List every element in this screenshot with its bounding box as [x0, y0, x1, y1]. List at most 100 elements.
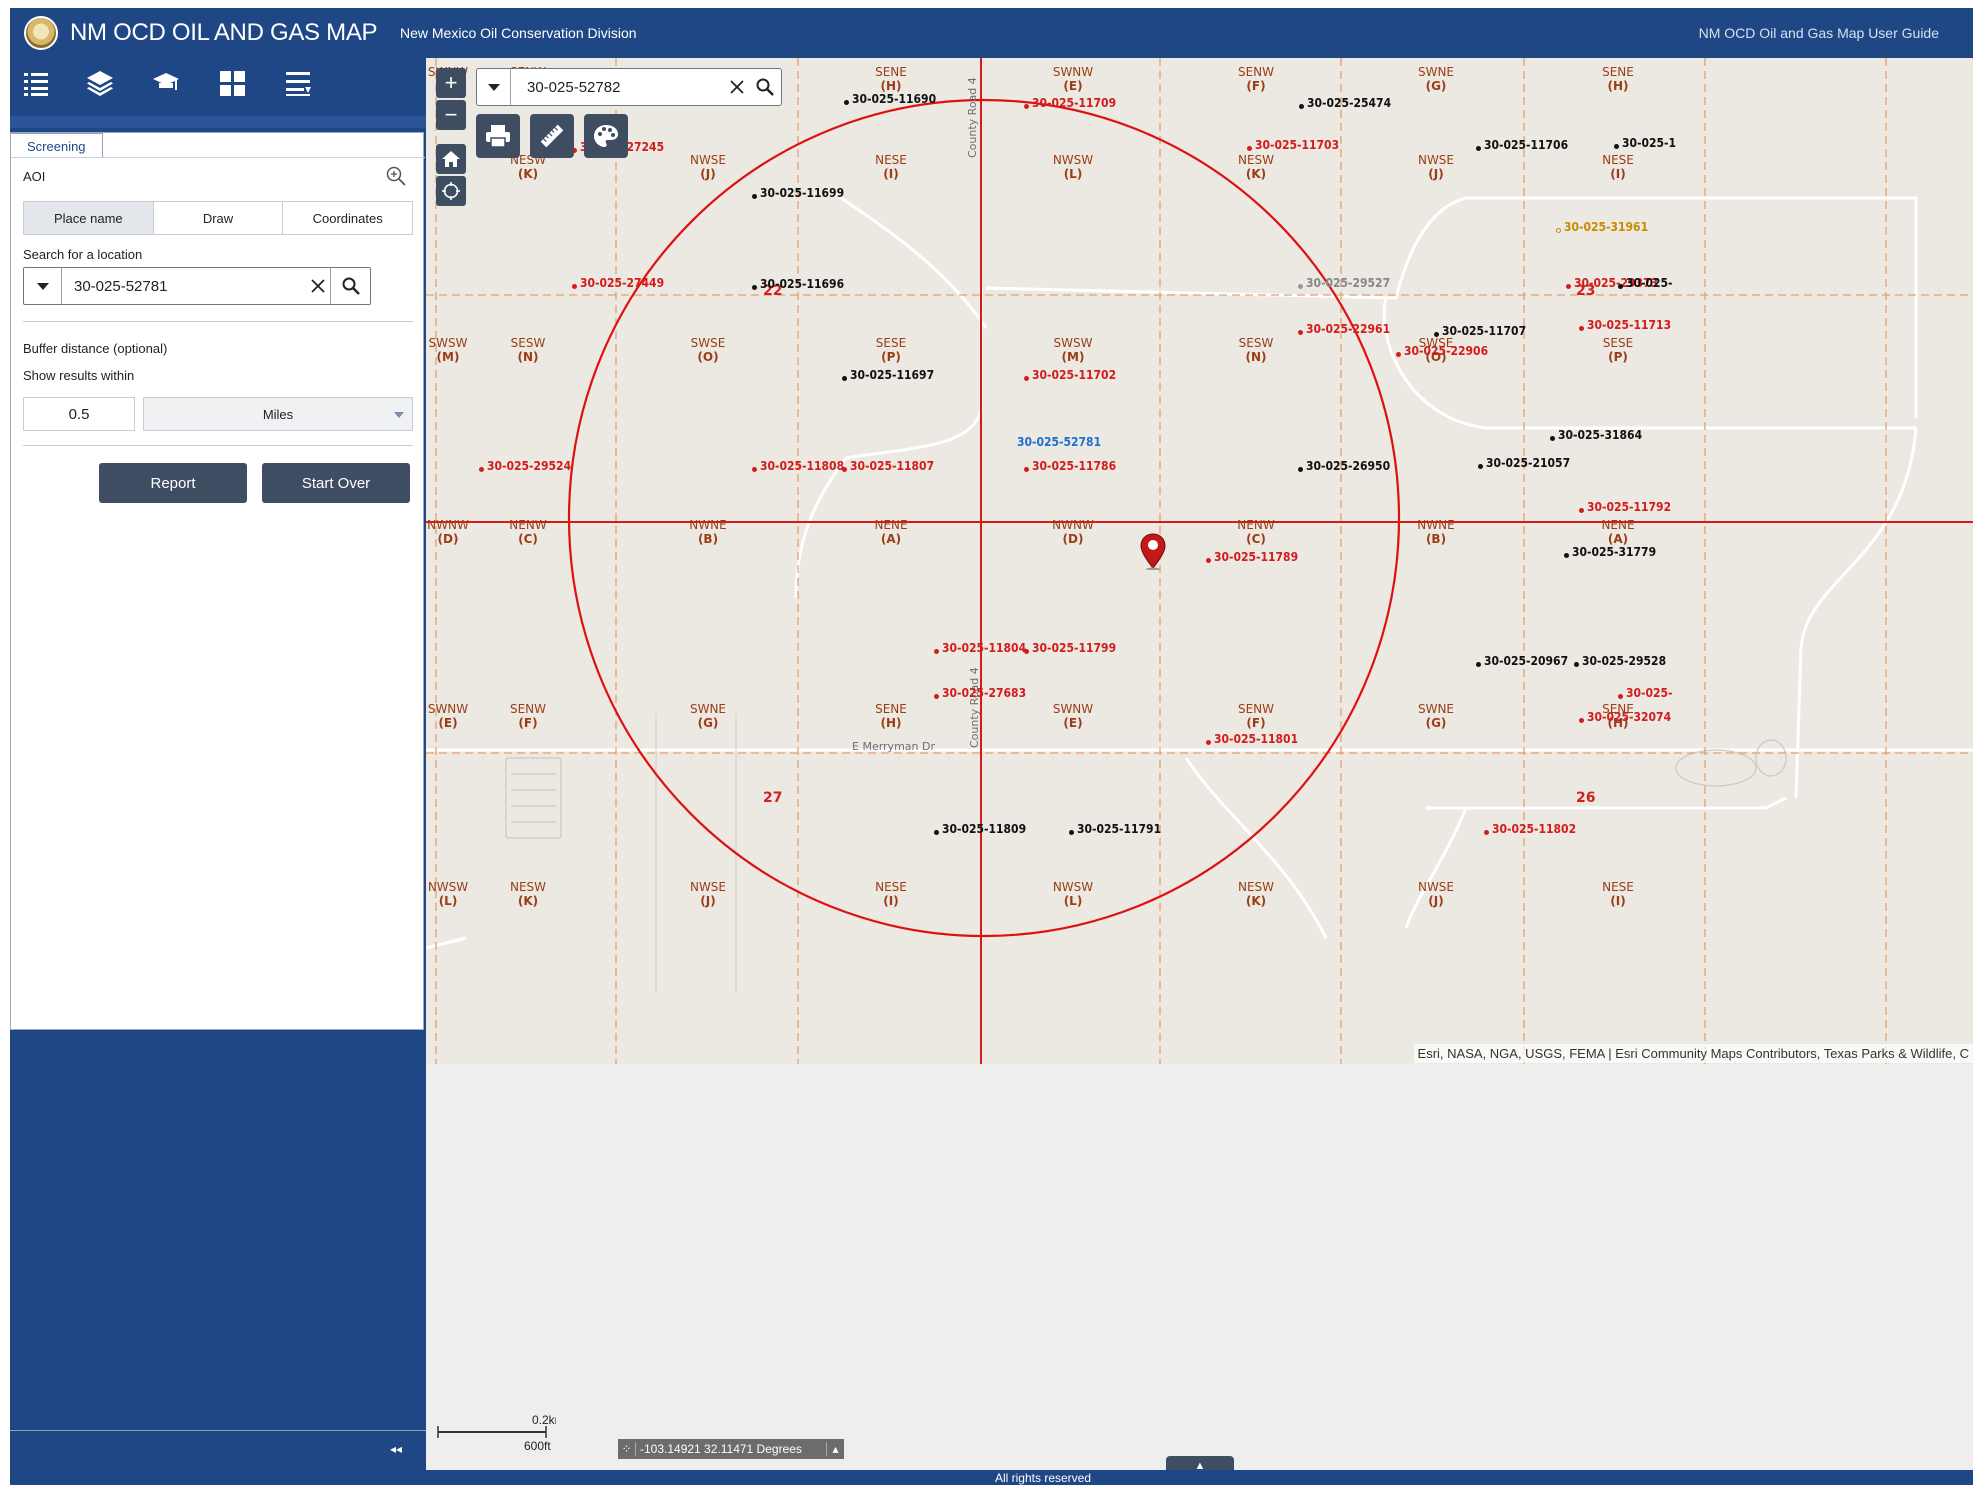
well-id-label: 30-025-11696 [760, 277, 845, 291]
location-search-input[interactable]: 30-025-52781 [74, 278, 167, 295]
measure-button[interactable] [530, 114, 574, 158]
well-id-label: 30-025-20967 [1484, 654, 1569, 668]
zoom-in-button[interactable]: + [436, 68, 466, 98]
well-id-label: 30-025- [1626, 276, 1673, 290]
start-over-button[interactable]: Start Over [262, 463, 410, 503]
well-id-label: 30-025-11702 [1032, 368, 1117, 382]
map-search-input[interactable]: 30-025-52782 [527, 79, 620, 96]
well-id-label: 30-025-11789 [1214, 550, 1299, 564]
map-search-source-dropdown[interactable] [477, 69, 511, 105]
quarter-section-label: NENW (C) [1237, 518, 1275, 546]
road-label: E Merryman Dr [852, 740, 935, 753]
well-id-label: 30-025-21057 [1486, 456, 1571, 470]
collapse-panel-button[interactable]: ◂◂ [390, 1442, 402, 1456]
quarter-section-label: NESE (I) [875, 880, 907, 908]
quarter-section-label: NENE (A) [1601, 518, 1635, 546]
chevron-up-icon[interactable]: ▴ [826, 1442, 844, 1456]
quarter-section-label: SWNE (G) [689, 702, 727, 730]
screening-panel: Screening AOI Place name Draw Coordinate… [10, 132, 425, 1030]
panel-bottom-line [10, 1430, 426, 1431]
well-id-label: 30-025-22961 [1306, 322, 1391, 336]
segment-draw[interactable]: Draw [153, 202, 284, 234]
well-id-label: 30-025-29527 [1306, 276, 1391, 290]
divider [23, 445, 413, 446]
palette-icon [594, 125, 618, 147]
home-button[interactable] [436, 144, 466, 174]
menu-icon[interactable] [282, 68, 314, 98]
quarter-section-label: NESE (I) [875, 153, 907, 181]
caret-down-icon [487, 84, 500, 91]
quarter-section-label: SWNW (E) [1052, 65, 1094, 93]
well-id-label: 30-025-31779 [1572, 545, 1657, 559]
well-id-label: 30-025-11804 [942, 641, 1027, 655]
app-header: NM OCD OIL AND GAS MAP New Mexico Oil Co… [10, 8, 1973, 58]
road-label: County Road 4 [966, 77, 979, 158]
quarter-section-label: NENE (A) [874, 518, 908, 546]
well-id-label: 30-025-22906 [1404, 344, 1489, 358]
segment-place-name[interactable]: Place name [24, 202, 154, 234]
clear-icon[interactable] [725, 75, 749, 99]
map-view[interactable]: County Road 4 County Road 4 E Merryman D… [426, 58, 1973, 1064]
well-id-label: 30-025-1 [1622, 136, 1677, 150]
quarter-section-label: NWSE (J) [689, 880, 727, 908]
buffer-distance-input[interactable]: 0.5 [23, 397, 135, 431]
report-button[interactable]: Report [99, 463, 247, 503]
search-source-dropdown[interactable] [24, 268, 62, 304]
footer-rights: All rights reserved [994, 1471, 1092, 1485]
segment-coordinates[interactable]: Coordinates [283, 202, 413, 234]
scale-bar: 0.2km 600ft [437, 1413, 556, 1452]
well-id-label: 30-025-11706 [1484, 138, 1569, 152]
side-panel: Screening AOI Place name Draw Coordinate… [10, 58, 426, 1485]
search-button[interactable] [330, 268, 370, 304]
quarter-section-label: NWNE (B) [689, 518, 727, 546]
clear-icon[interactable] [306, 274, 330, 298]
quarter-section-label: NWSE (J) [1417, 153, 1455, 181]
zoom-to-aoi-icon[interactable] [385, 165, 407, 187]
well-id-label: 30-025-11699 [760, 186, 845, 200]
search-icon [342, 277, 360, 295]
quarter-section-label: SWNW (E) [427, 702, 469, 730]
quarter-section-label: NWNW (D) [1052, 518, 1094, 546]
ocd-seal-logo [24, 16, 58, 50]
basemap-button[interactable] [584, 114, 628, 158]
location-pin-icon[interactable] [1138, 532, 1168, 570]
well-id-label: 30-025-32074 [1587, 710, 1672, 724]
quarter-section-label: NWSE (J) [1417, 880, 1455, 908]
coordinate-readout[interactable]: ⁘ -103.14921 32.11471 Degrees ▴ [618, 1439, 844, 1459]
quarter-section-label: NESE (I) [1602, 880, 1634, 908]
quarter-section-label: SWSW (M) [1053, 336, 1093, 364]
well-id-label: 30-025-27449 [580, 276, 665, 290]
widget-toolbar [10, 58, 426, 108]
quarter-section-label: NESW (K) [1237, 880, 1275, 908]
well-id-label: 30-025-11801 [1214, 732, 1299, 746]
tab-screening[interactable]: Screening [11, 133, 103, 157]
quarter-section-label: SESW (N) [1238, 336, 1274, 364]
divider [23, 321, 413, 322]
quarter-section-label: NENW (C) [509, 518, 547, 546]
screening-icon[interactable] [150, 68, 182, 98]
app-title: NM OCD OIL AND GAS MAP [70, 19, 378, 46]
location-search: 30-025-52781 [23, 267, 371, 305]
well-id-label: 30-025-11703 [1255, 138, 1340, 152]
print-button[interactable] [476, 114, 520, 158]
list-icon[interactable] [20, 68, 52, 98]
quarter-section-label: NWSW (L) [427, 880, 469, 908]
map-search-button[interactable] [749, 69, 781, 105]
layers-icon[interactable] [84, 68, 116, 98]
user-guide-link[interactable]: NM OCD Oil and Gas Map User Guide [1699, 25, 1939, 41]
coordinate-mode-icon[interactable]: ⁘ [618, 1442, 636, 1456]
quarter-section-label: NWNW (D) [427, 518, 469, 546]
well-id-label: 30-025-11786 [1032, 459, 1117, 473]
printer-icon [486, 125, 510, 148]
well-id-label: 30-025-11809 [942, 822, 1027, 836]
quarter-section-label: SESE (P) [875, 336, 907, 364]
buffer-unit-select[interactable]: Miles [143, 397, 413, 431]
zoom-out-button[interactable]: − [436, 100, 466, 130]
grid-icon[interactable] [216, 68, 248, 98]
search-label: Search for a location [23, 247, 143, 262]
coordinate-text: -103.14921 32.11471 Degrees [640, 1442, 802, 1456]
search-icon [756, 78, 774, 96]
basemap [426, 58, 1973, 1064]
well-id-label: 30-025-29524 [487, 459, 572, 473]
locate-button[interactable] [436, 176, 466, 206]
